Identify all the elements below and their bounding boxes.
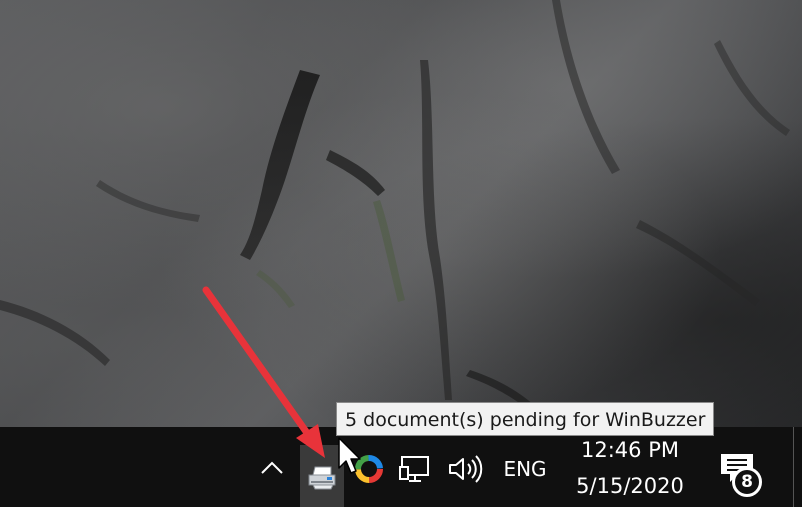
- printer-tooltip: 5 document(s) pending for WinBuzzer: [336, 402, 715, 436]
- network-icon: [399, 456, 429, 482]
- show-desktop-button[interactable]: [793, 427, 802, 507]
- show-hidden-icons-button[interactable]: [253, 449, 291, 487]
- mouse-cursor-icon: [338, 437, 361, 474]
- printer-icon: [308, 466, 336, 490]
- rock-texture: [0, 0, 790, 414]
- desktop-wallpaper: [0, 0, 802, 427]
- action-center-button[interactable]: 8: [712, 447, 772, 497]
- clock-time: 12:46 PM: [581, 438, 679, 462]
- clock-date: 5/15/2020: [576, 474, 684, 498]
- volume-icon: [449, 455, 483, 483]
- notification-count-badge: 8: [732, 467, 762, 497]
- network-button[interactable]: [396, 450, 436, 488]
- input-language-button[interactable]: ENG: [495, 453, 555, 485]
- taskbar: ENG 12:46 PM 5/15/2020 8: [0, 427, 802, 507]
- clock-button[interactable]: 12:46 PM 5/15/2020: [566, 433, 694, 507]
- volume-button[interactable]: [444, 450, 486, 488]
- chevron-up-icon: [261, 461, 283, 474]
